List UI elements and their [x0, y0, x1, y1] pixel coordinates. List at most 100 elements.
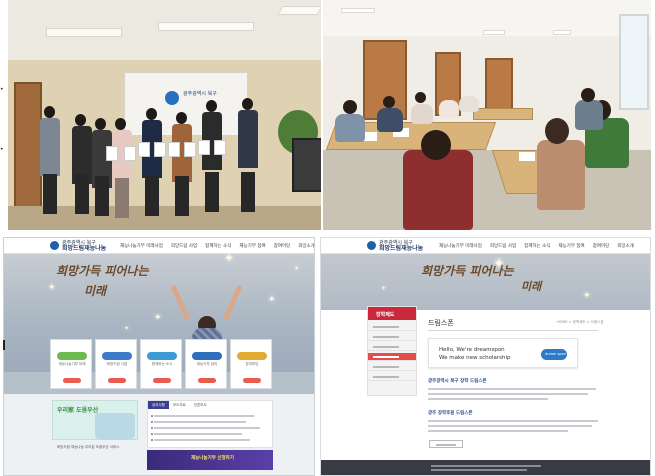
news-item[interactable] — [154, 433, 242, 435]
sidebar-item[interactable] — [368, 343, 416, 351]
door — [14, 82, 42, 214]
agreement-document — [198, 140, 210, 155]
service-card[interactable]: 재능기부 참여 — [185, 339, 227, 389]
nav-item[interactable]: 희망소개 — [298, 243, 314, 249]
meeting-room-photo — [323, 0, 651, 230]
divider — [428, 330, 598, 331]
agreement-document — [154, 142, 166, 157]
footer-text — [431, 465, 541, 467]
nav-item[interactable]: 재능기부 참여 — [558, 243, 584, 249]
hero-title-line2: 미래 — [84, 284, 107, 298]
service-card[interactable]: 재능나눔기부 미래 — [50, 339, 92, 389]
site-name[interactable]: 광주광역시 북구 희망드림재능나눔 — [379, 241, 423, 252]
star-icon: ✦ — [294, 265, 300, 272]
nav-item[interactable]: 참여마당 — [274, 243, 291, 249]
card-more-button[interactable] — [243, 378, 261, 383]
tab-notice[interactable]: 공지사항 — [148, 401, 169, 409]
news-item[interactable] — [154, 415, 254, 417]
star-icon: ✦ — [224, 251, 235, 265]
more-button[interactable] — [429, 440, 463, 448]
sidebar-item[interactable] — [368, 373, 416, 381]
nav-item[interactable]: 재능나눔기부 미래사업 — [439, 243, 482, 249]
main-page-screenshot: 광주광역시 북구 희망드림재능나눔 재능나눔기부 미래사업 희망드림 사업 함께… — [3, 237, 315, 476]
umbrella-service-promo[interactable]: 우리家 도움우산 희망드림 재능나눔 우리집 도움우산 서비스 — [52, 400, 138, 449]
card-label: 희망드림 사업 — [106, 362, 128, 366]
person-head — [383, 96, 395, 108]
breadcrumb[interactable]: HOME > 장학제도 > 드림스폰 — [557, 320, 604, 325]
site-footer — [321, 460, 650, 475]
agreement-document — [124, 146, 136, 161]
footer-text — [431, 469, 527, 471]
main-nav: 재능나눔기부 미래사업 희망드림 사업 함께하는 소식 재능기부 참여 참여마당… — [439, 243, 634, 249]
nav-item[interactable]: 함께하는 소식 — [524, 243, 550, 249]
star-icon: ✦ — [48, 283, 56, 293]
service-card[interactable]: 참여마당 — [230, 339, 272, 389]
nav-item[interactable]: 희망소개 — [617, 243, 634, 249]
card-logo-icon — [237, 352, 267, 360]
agreement-document — [106, 146, 118, 161]
monitor — [292, 138, 321, 192]
body-text — [428, 398, 548, 400]
site-logo-icon[interactable] — [50, 241, 59, 250]
person — [335, 114, 365, 142]
sidebar-item[interactable] — [368, 333, 416, 341]
paper — [519, 152, 535, 161]
star-icon: ✦ — [268, 295, 276, 305]
nav-item[interactable]: 희망드림 사업 — [171, 243, 197, 249]
ceiling-light — [46, 28, 122, 37]
card-more-button[interactable] — [153, 378, 171, 383]
card-more-button[interactable] — [198, 378, 216, 383]
sidebar-item-active[interactable] — [368, 353, 416, 361]
main-nav: 재능나눔기부 미래사업 희망드림 사업 함께하는 소식 재능기부 참여 참여마당… — [120, 243, 314, 249]
apply-banner[interactable]: 재능나눔기부 신청하기 — [147, 450, 273, 470]
card-logo-icon — [102, 352, 132, 360]
service-card[interactable]: 함께하는 소식 — [140, 339, 182, 389]
person-head — [545, 118, 569, 144]
service-card[interactable]: 희망드림 사업 — [95, 339, 137, 389]
site-name[interactable]: 광주광역시 북구 희망드림재능나눔 — [62, 241, 106, 252]
body-text — [428, 388, 596, 390]
body-text — [428, 420, 598, 422]
nav-item[interactable]: 재능기부 참여 — [239, 243, 265, 249]
banner-org-text: 광주광역시 북구 — [183, 91, 217, 97]
margin-bar — [3, 340, 5, 350]
sidebar-item[interactable] — [368, 363, 416, 371]
news-item[interactable] — [154, 439, 250, 441]
tab-media[interactable]: 언론보도 — [190, 401, 211, 409]
ceiling-light — [158, 22, 254, 31]
body-text — [428, 430, 568, 432]
site-header: 광주광역시 북구 희망드림재능나눔 재능나눔기부 미래사업 희망드림 사업 함께… — [321, 238, 650, 254]
ceiling-light — [483, 30, 505, 35]
star-icon: ✦ — [154, 313, 162, 323]
nav-item[interactable]: 희망드림 사업 — [490, 243, 516, 249]
ceiling-light — [553, 30, 571, 35]
news-item[interactable] — [154, 427, 260, 429]
person — [537, 140, 585, 210]
tab-press[interactable]: 보도자료 — [169, 401, 190, 409]
nav-item[interactable]: 참여마당 — [593, 243, 610, 249]
card-logo-icon — [192, 352, 222, 360]
card-more-button[interactable] — [63, 378, 81, 383]
nav-item[interactable]: 함께하는 소식 — [205, 243, 231, 249]
agreement-document — [138, 142, 150, 157]
conference-table — [473, 108, 533, 120]
site-logo-icon[interactable] — [367, 241, 376, 250]
person — [377, 108, 403, 132]
promo-caption: 희망드림 재능나눔 우리집 도움우산 서비스 — [57, 445, 120, 449]
news-tabs: 공지사항 보도자료 언론보도 — [148, 401, 272, 409]
card-logo-icon — [147, 352, 177, 360]
news-item[interactable] — [154, 421, 246, 423]
body-text — [428, 425, 592, 427]
sidebar-header: 장학제도 — [368, 307, 416, 320]
star-icon: ✦ — [381, 285, 387, 292]
window — [619, 14, 649, 110]
card-more-button[interactable] — [108, 378, 126, 383]
card-label: 참여마당 — [245, 362, 259, 366]
nav-item[interactable]: 재능나눔기부 미래사업 — [120, 243, 163, 249]
person-head — [581, 88, 595, 102]
star-icon: ✦ — [124, 325, 130, 332]
star-icon: ✦ — [583, 291, 591, 301]
org-logo-icon — [165, 91, 179, 105]
sidebar-item[interactable] — [368, 323, 416, 331]
section-heading: 광주광역시 북구 장학 드림스폰 — [428, 379, 487, 384]
